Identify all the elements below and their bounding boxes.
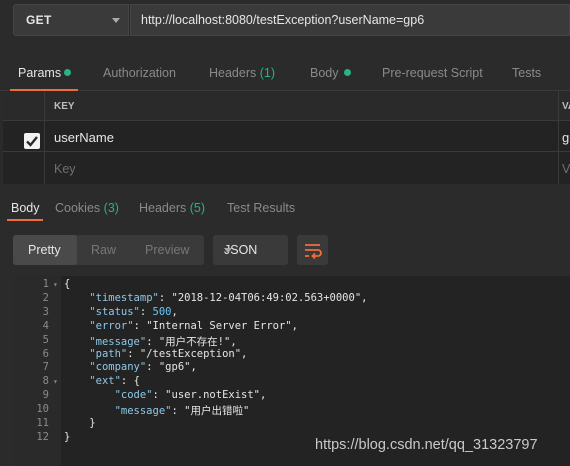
view-pretty-button[interactable]: Pretty	[28, 243, 61, 257]
body-indicator-dot	[343, 69, 351, 76]
view-preview-button[interactable]: Preview	[145, 243, 189, 257]
param-value-cell[interactable]: g	[559, 121, 570, 151]
value-column-header: VA	[562, 101, 570, 112]
active-response-tab-indicator	[7, 219, 43, 221]
line-number: 6	[42, 347, 49, 360]
url-text: http://localhost:8080/testException?user…	[141, 13, 425, 27]
line-number: 1	[42, 278, 49, 290]
wrap-lines-icon	[305, 244, 322, 259]
tab-tests[interactable]: Tests	[512, 66, 541, 80]
resp-tab-body-label: Body	[11, 201, 40, 215]
resp-tab-body[interactable]: Body	[11, 201, 40, 215]
method-label: GET	[26, 13, 52, 27]
line-number: 8	[42, 375, 49, 388]
view-raw-button[interactable]: Raw	[91, 243, 116, 257]
param-row: userName g	[3, 121, 570, 152]
resp-tab-cookies-label: Cookies	[55, 201, 101, 215]
code-line: }	[64, 417, 96, 429]
new-value-input[interactable]: V	[559, 152, 570, 184]
tab-headers[interactable]: Headers (1)	[209, 66, 275, 80]
code-line: "error": "Internal Server Error",	[89, 319, 298, 332]
line-number: 2	[42, 291, 49, 304]
chevron-down-icon	[224, 248, 232, 253]
code-line: "code": "user.notExist",	[114, 389, 267, 402]
code-line: "status": 500,	[89, 305, 178, 318]
fold-toggle-icon[interactable]: ▾	[53, 377, 58, 386]
line-number: 4	[42, 319, 49, 332]
params-header-row: KEY VA	[3, 91, 570, 121]
watermark: https://blog.csdn.net/qq_31323797	[315, 437, 538, 453]
wrap-lines-button[interactable]	[297, 235, 328, 265]
code-line: }	[64, 430, 71, 443]
tab-params-label: Params	[18, 66, 62, 80]
method-select[interactable]: GET	[13, 4, 129, 36]
value-placeholder: V	[562, 162, 570, 176]
response-tabs: Body Cookies (3) Headers (5) Test Result…	[0, 193, 570, 221]
param-new-row: Key V	[3, 152, 570, 184]
resp-tab-headers[interactable]: Headers (5)	[139, 201, 205, 215]
key-column-header: KEY	[54, 101, 75, 112]
param-key: userName	[54, 130, 114, 145]
new-key-input[interactable]: Key	[45, 152, 559, 184]
request-bar: GET http://localhost:8080/testException?…	[0, 0, 570, 46]
tab-params[interactable]: Params	[18, 66, 72, 80]
resp-tab-test-results-label: Test Results	[227, 201, 296, 215]
checkmark-icon	[26, 136, 38, 147]
resp-headers-count: (5)	[189, 201, 206, 215]
code-line: "message": "用户不存在!",	[89, 335, 237, 348]
tab-headers-label: Headers	[209, 66, 257, 80]
cookies-count: (3)	[103, 201, 119, 215]
format-select[interactable]: JSON	[213, 235, 288, 265]
key-placeholder: Key	[54, 162, 76, 176]
tab-pre-request-label: Pre-request Script	[382, 66, 483, 80]
tab-body-label: Body	[310, 66, 339, 80]
tab-authorization[interactable]: Authorization	[103, 66, 176, 80]
param-enabled-checkbox[interactable]	[24, 133, 40, 149]
params-indicator-dot	[64, 69, 72, 76]
resp-tab-headers-label: Headers	[139, 201, 187, 215]
fold-toggle-icon[interactable]: ▾	[53, 280, 58, 289]
resp-tab-cookies[interactable]: Cookies (3)	[55, 201, 119, 215]
tab-body[interactable]: Body	[310, 66, 351, 80]
code-line: "ext": {	[89, 375, 140, 388]
param-value: g	[562, 130, 570, 145]
chevron-down-icon	[112, 18, 120, 23]
line-number: 11	[36, 417, 49, 429]
line-number: 9	[42, 389, 49, 402]
view-mode-segmented: Pretty Raw Preview	[13, 235, 204, 265]
line-number: 3	[42, 305, 49, 318]
resp-tab-test-results[interactable]: Test Results	[227, 201, 295, 215]
code-line: "message": "用户出错啦"	[114, 405, 250, 418]
tab-tests-label: Tests	[512, 66, 542, 80]
url-input[interactable]: http://localhost:8080/testException?user…	[130, 4, 570, 36]
line-number: 10	[36, 403, 49, 416]
code-line: {	[64, 278, 71, 290]
tab-authorization-label: Authorization	[103, 66, 176, 80]
request-tabs: Params Authorization Headers (1) Body Pr…	[0, 58, 570, 91]
headers-count: (1)	[259, 66, 276, 80]
line-number: 12	[36, 430, 49, 443]
line-number: 5	[42, 333, 49, 346]
response-toolbar: Pretty Raw Preview JSON	[0, 230, 570, 270]
line-number: 7	[42, 361, 49, 374]
param-key-cell[interactable]: userName	[45, 121, 559, 151]
code-line: "path": "/testException",	[89, 347, 248, 360]
params-table: KEY VA userName g Key V	[3, 91, 570, 184]
code-line: "company": "gp6",	[89, 361, 197, 374]
tab-pre-request-script[interactable]: Pre-request Script	[382, 66, 483, 80]
code-line: "timestamp": "2018-12-04T06:49:02.563+00…	[89, 291, 368, 304]
